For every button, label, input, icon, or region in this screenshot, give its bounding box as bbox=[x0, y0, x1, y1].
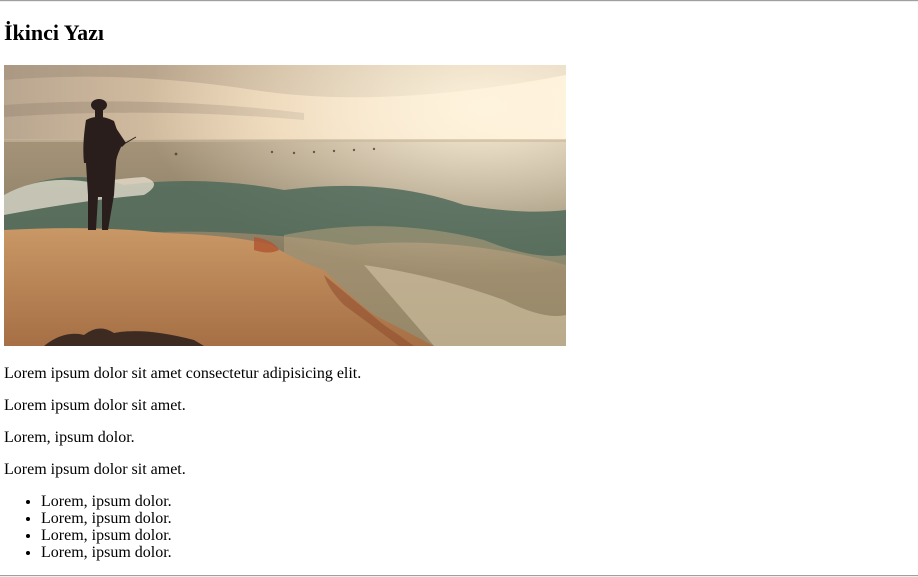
list-item: Lorem, ipsum dolor. bbox=[41, 493, 172, 510]
article-title: İkinci Yazı bbox=[4, 20, 105, 45]
paragraph: Lorem, ipsum dolor. bbox=[4, 429, 135, 446]
list-item: Lorem, ipsum dolor. bbox=[41, 544, 172, 561]
paragraph: Lorem ipsum dolor sit amet. bbox=[4, 397, 186, 414]
list-item: Lorem, ipsum dolor. bbox=[41, 527, 172, 544]
list-item: Lorem, ipsum dolor. bbox=[41, 510, 172, 527]
top-horizontal-rule bbox=[0, 0, 918, 2]
article-image bbox=[4, 65, 566, 346]
paragraph: Lorem ipsum dolor sit amet. bbox=[4, 461, 186, 478]
bullet-list: Lorem, ipsum dolor. Lorem, ipsum dolor. … bbox=[4, 493, 172, 561]
paragraph: Lorem ipsum dolor sit amet consectetur a… bbox=[4, 365, 362, 382]
